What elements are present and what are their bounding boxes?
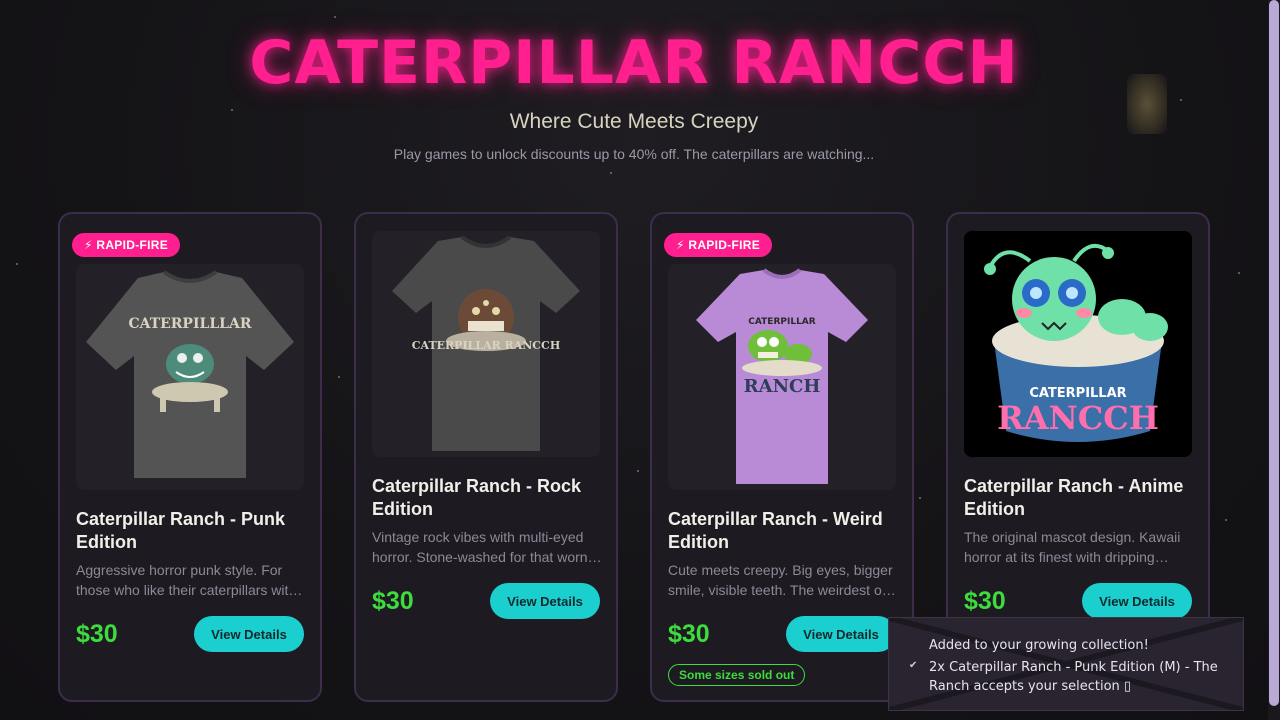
page-title: CATERPILLAR RANCCH [249, 28, 1019, 98]
product-description: Aggressive horror punk style. For those … [76, 562, 297, 598]
view-details-button[interactable]: View Details [786, 616, 896, 652]
product-card-rock[interactable]: CATERPILLAR RANCCH Caterpillar Ranch - R… [354, 212, 618, 702]
product-price: $30 [964, 587, 1006, 615]
star-decoration [1238, 272, 1240, 274]
rapid-fire-badge: ⚡ RAPID-FIRE [664, 233, 773, 257]
tshirt-image: CATERPILLAR RANCCH [372, 231, 600, 457]
product-image-punk[interactable]: CATERPILLLAR [76, 264, 304, 490]
product-price: $30 [76, 620, 118, 648]
product-image-weird[interactable]: CATERPILLAR RANCH [668, 264, 896, 490]
toast-detail: 2x Caterpillar Ranch - Punk Edition (M) … [929, 660, 1218, 694]
product-title: Caterpillar Ranch - Anime Edition [964, 476, 1184, 519]
rapid-fire-badge: ⚡ RAPID-FIRE [72, 233, 181, 257]
product-description: Vintage rock vibes with multi-eyed horro… [372, 529, 604, 565]
product-price: $30 [372, 587, 414, 615]
star-decoration [16, 263, 18, 265]
star-decoration [338, 376, 340, 378]
product-image-anime[interactable]: CATERPILLAR RANCCH [964, 231, 1192, 457]
svg-text:CATERPILLLAR: CATERPILLLAR [128, 316, 251, 332]
star-decoration [334, 16, 336, 18]
svg-text:RANCCH: RANCCH [997, 399, 1159, 437]
svg-text:CATERPILLAR: CATERPILLAR [748, 317, 815, 327]
tshirt-image: CATERPILLAR RANCH [668, 264, 896, 490]
star-decoration [637, 470, 639, 472]
svg-text:RANCH: RANCH [744, 376, 821, 397]
view-details-button[interactable]: View Details [490, 583, 600, 619]
star-decoration [610, 172, 612, 174]
product-card-weird[interactable]: ⚡ RAPID-FIRE CATERPILLAR RANCH Caterpill… [650, 212, 914, 702]
view-details-button[interactable]: View Details [1082, 583, 1192, 619]
view-details-button[interactable]: View Details [194, 616, 304, 652]
product-description: Cute meets creepy. Big eyes, bigger smil… [668, 562, 898, 598]
product-card-punk[interactable]: ⚡ RAPID-FIRE CATERPILLLAR Caterpillar Ra… [58, 212, 322, 702]
star-decoration [1225, 519, 1227, 521]
product-description: The original mascot design. Kawaii horro… [964, 529, 1181, 565]
page-subtitle: Where Cute Meets Creepy [509, 110, 759, 133]
product-image-rock[interactable]: CATERPILLAR RANCCH [372, 231, 600, 457]
toast-message: Added to your growing collection! [929, 638, 1149, 653]
stock-status-badge: Some sizes sold out [668, 664, 806, 686]
svg-text:CATERPILLAR RANCCH: CATERPILLAR RANCCH [412, 339, 560, 352]
product-title: Caterpillar Ranch - Rock Edition [372, 476, 582, 519]
star-decoration [1180, 99, 1182, 101]
tshirt-image: CATERPILLLAR [76, 264, 304, 490]
page-tagline: Play games to unlock discounts up to 40%… [393, 146, 875, 162]
product-title: Caterpillar Ranch - Weird Edition [668, 509, 883, 552]
check-icon: ✔ [909, 660, 918, 671]
mascot-image: CATERPILLAR RANCCH [964, 231, 1192, 457]
scrollbar-thumb[interactable] [1269, 0, 1279, 706]
scrollbar[interactable] [1268, 0, 1280, 720]
product-price: $30 [668, 620, 710, 648]
product-title: Caterpillar Ranch - Punk Edition [76, 509, 286, 552]
toast-notification[interactable]: Added to your growing collection! ✔ 2x C… [888, 617, 1244, 711]
star-decoration [919, 497, 921, 499]
